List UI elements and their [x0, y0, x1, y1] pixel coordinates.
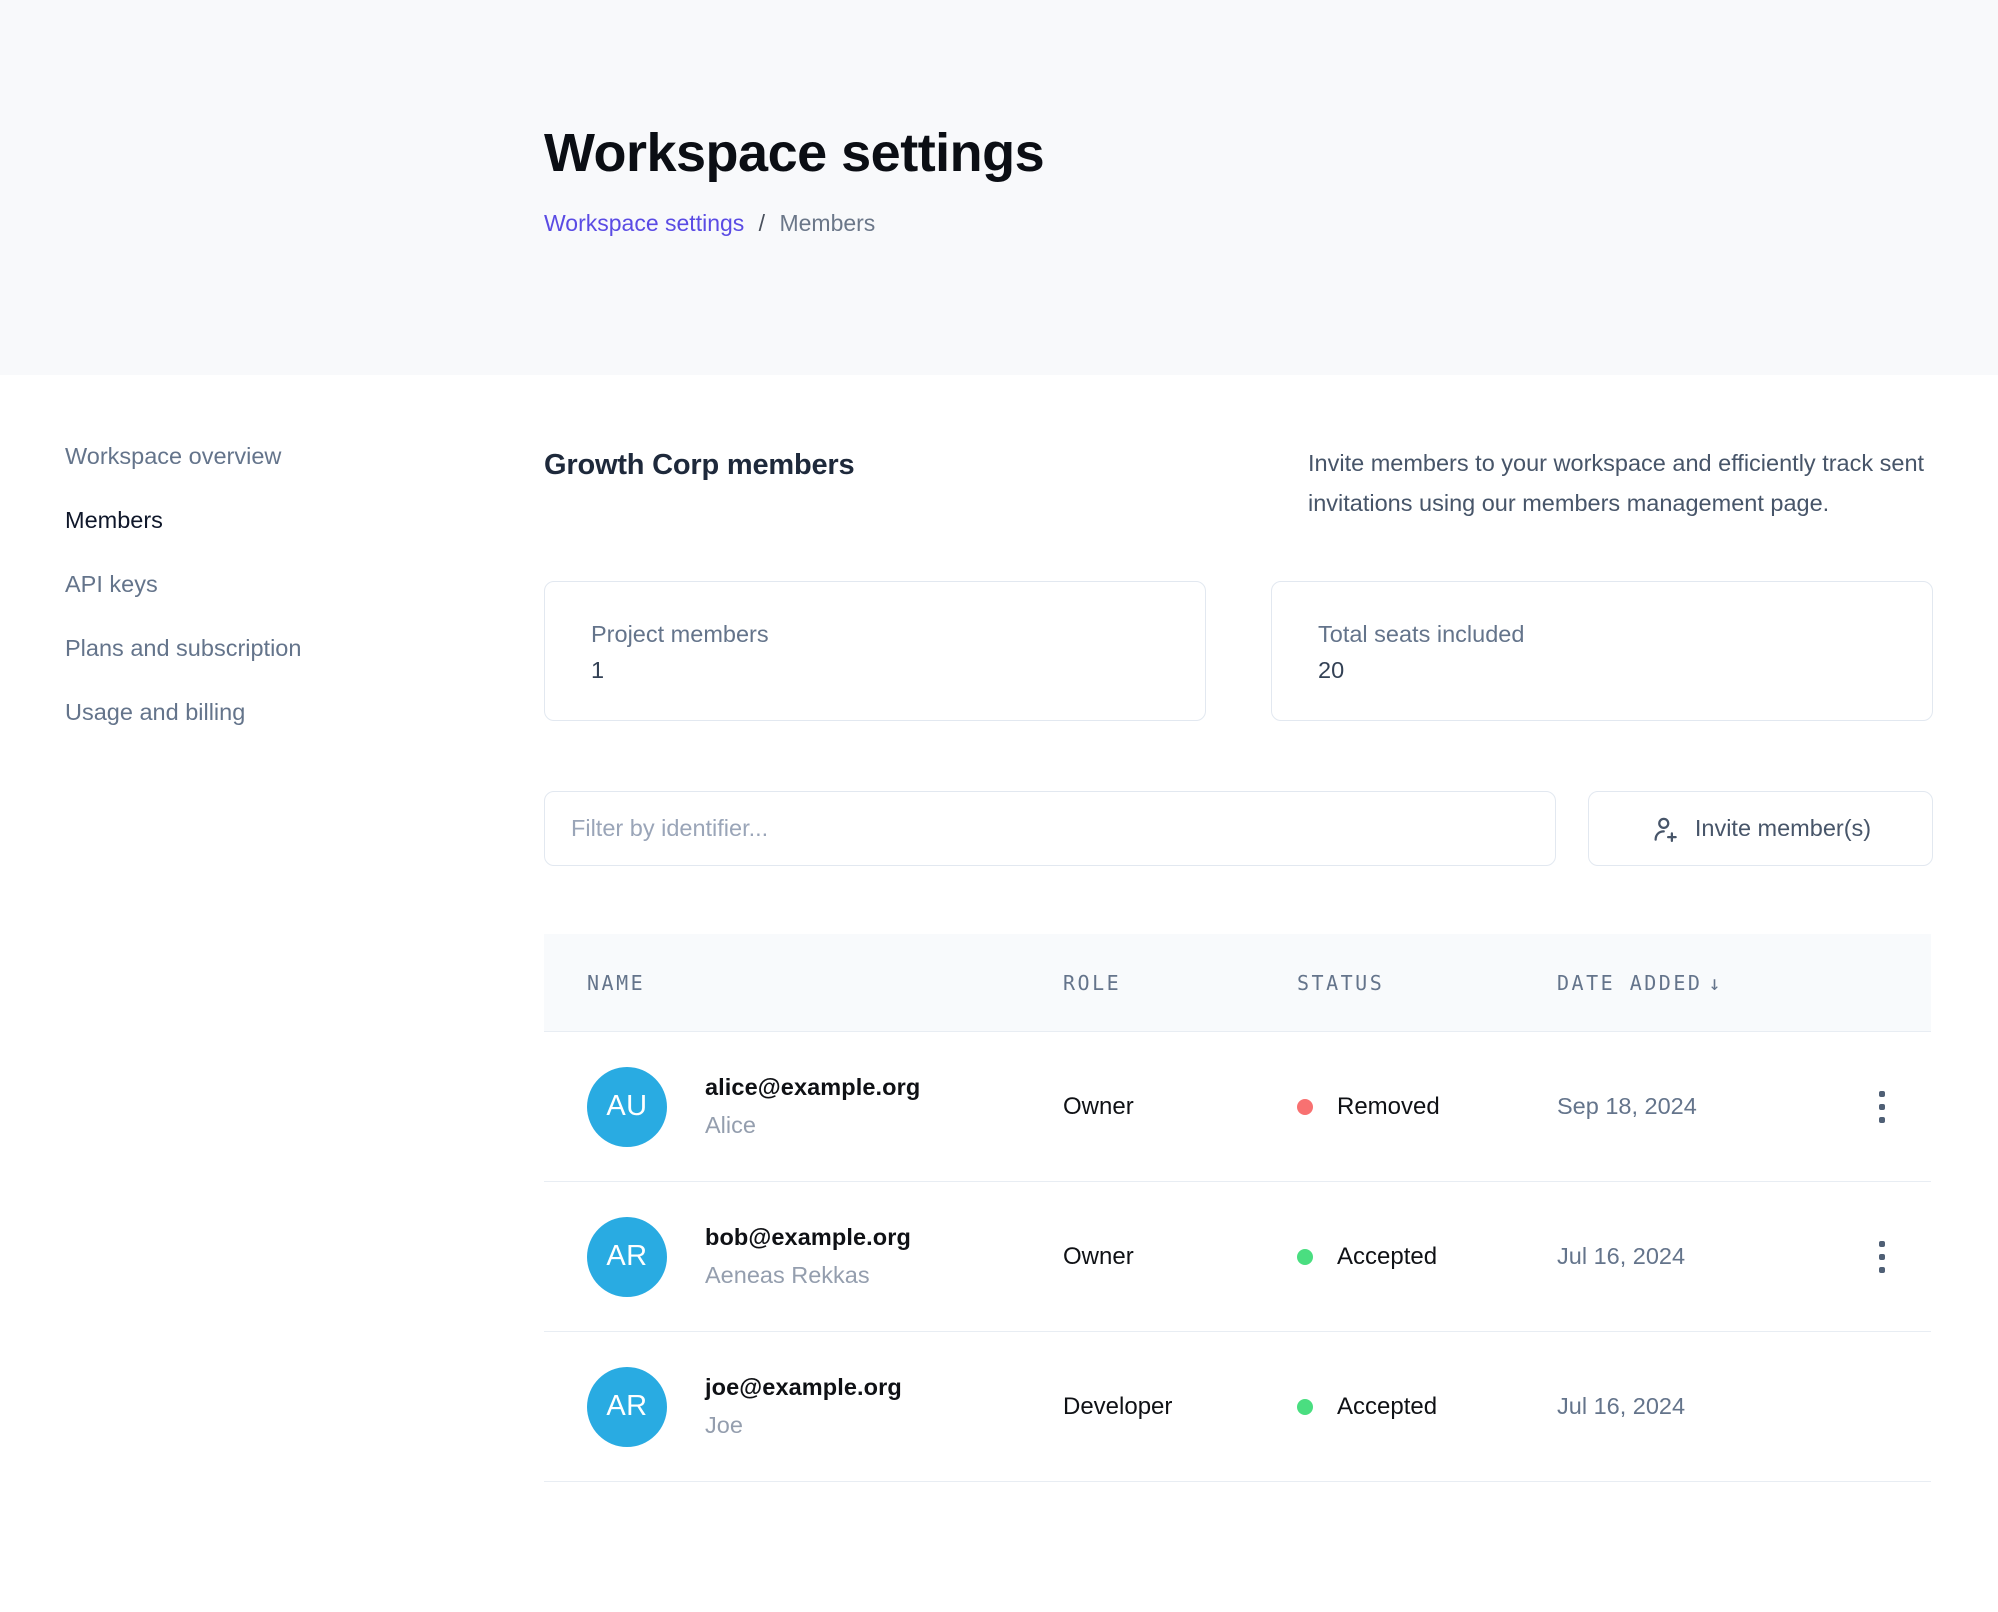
- members-table: NAME ROLE STATUS DATE ADDED↓ AU alice@ex…: [544, 934, 1931, 1482]
- user-plus-icon: [1650, 814, 1680, 844]
- avatar: AR: [587, 1217, 667, 1297]
- table-row: AU alice@example.org Alice Owner Removed…: [544, 1032, 1931, 1182]
- member-date-added: Jul 16, 2024: [1557, 1243, 1873, 1270]
- table-row: AR joe@example.org Joe Developer Accepte…: [544, 1332, 1931, 1482]
- row-actions-menu-icon[interactable]: [1873, 1085, 1891, 1129]
- member-name: Alice: [705, 1112, 920, 1139]
- member-status: Accepted: [1297, 1393, 1557, 1421]
- page-title: Workspace settings: [544, 122, 1998, 184]
- stat-card-project-members: Project members 1: [544, 581, 1206, 721]
- section-heading: Growth Corp members: [544, 443, 854, 482]
- status-dot-removed: [1297, 1099, 1313, 1115]
- member-email: joe@example.org: [705, 1374, 902, 1401]
- status-dot-accepted: [1297, 1249, 1313, 1265]
- table-row: AR bob@example.org Aeneas Rekkas Owner A…: [544, 1182, 1931, 1332]
- member-status: Accepted: [1297, 1243, 1557, 1271]
- stat-value: 20: [1318, 657, 1932, 684]
- member-role: Owner: [1063, 1093, 1297, 1121]
- sidebar-item-workspace-overview[interactable]: Workspace overview: [65, 443, 485, 470]
- status-label: Accepted: [1337, 1243, 1437, 1271]
- column-header-role: ROLE: [1063, 971, 1297, 995]
- sidebar-item-plans-and-subscription[interactable]: Plans and subscription: [65, 635, 485, 662]
- section-description: Invite members to your workspace and eff…: [1308, 443, 1933, 523]
- members-toolbar: Invite member(s): [544, 791, 1933, 866]
- status-dot-accepted: [1297, 1399, 1313, 1415]
- stat-value: 1: [591, 657, 1205, 684]
- breadcrumb-separator: /: [751, 210, 773, 236]
- stat-label: Total seats included: [1318, 621, 1932, 648]
- member-role: Owner: [1063, 1243, 1297, 1271]
- row-actions-menu-icon[interactable]: [1873, 1235, 1891, 1279]
- sidebar-item-usage-and-billing[interactable]: Usage and billing: [65, 699, 485, 726]
- stat-cards: Project members 1 Total seats included 2…: [544, 581, 1933, 721]
- stat-label: Project members: [591, 621, 1205, 648]
- invite-members-label: Invite member(s): [1695, 815, 1871, 842]
- sidebar-item-members[interactable]: Members: [65, 507, 485, 534]
- breadcrumb-link-workspace-settings[interactable]: Workspace settings: [544, 210, 744, 236]
- column-header-status: STATUS: [1297, 971, 1557, 995]
- settings-sidebar: Workspace overview Members API keys Plan…: [65, 443, 485, 763]
- status-label: Removed: [1337, 1093, 1440, 1121]
- breadcrumb-current: Members: [779, 210, 875, 236]
- member-name: Aeneas Rekkas: [705, 1262, 911, 1289]
- status-label: Accepted: [1337, 1393, 1437, 1421]
- table-header-row: NAME ROLE STATUS DATE ADDED↓: [544, 934, 1931, 1032]
- page-header: Workspace settings Workspace settings / …: [0, 0, 1998, 375]
- member-email: alice@example.org: [705, 1074, 920, 1101]
- sort-descending-icon: ↓: [1708, 971, 1720, 995]
- avatar: AR: [587, 1367, 667, 1447]
- member-status: Removed: [1297, 1093, 1557, 1121]
- member-date-added: Jul 16, 2024: [1557, 1393, 1873, 1420]
- member-name: Joe: [705, 1412, 902, 1439]
- member-email: bob@example.org: [705, 1224, 911, 1251]
- sidebar-item-api-keys[interactable]: API keys: [65, 571, 485, 598]
- breadcrumb: Workspace settings / Members: [544, 210, 1998, 237]
- column-header-name: NAME: [587, 971, 1063, 995]
- member-date-added: Sep 18, 2024: [1557, 1093, 1873, 1120]
- invite-members-button[interactable]: Invite member(s): [1588, 791, 1933, 866]
- member-role: Developer: [1063, 1393, 1297, 1421]
- avatar: AU: [587, 1067, 667, 1147]
- stat-card-total-seats: Total seats included 20: [1271, 581, 1933, 721]
- column-header-date-added[interactable]: DATE ADDED↓: [1557, 971, 1873, 995]
- filter-input[interactable]: [544, 791, 1556, 866]
- members-section: Growth Corp members Invite members to yo…: [544, 443, 1933, 1482]
